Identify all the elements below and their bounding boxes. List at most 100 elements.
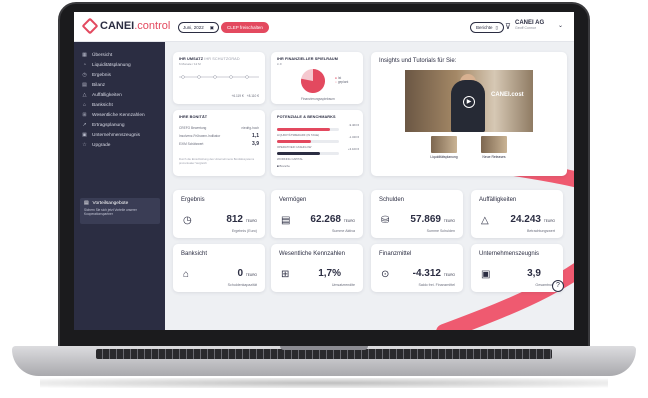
sidebar-item-label: Auffälligkeiten — [92, 92, 122, 98]
docs-icon: ▤ — [82, 82, 87, 88]
sidebar-item-ertragsplanung[interactable]: ↗ Ertragsplanung — [74, 120, 165, 130]
sidebar-item-uebersicht[interactable]: ▦ Übersicht — [74, 50, 165, 60]
kpi-card-banksicht[interactable]: Banksicht ⌂ 0 TEURO Schuldenkapazität — [173, 244, 265, 292]
legend-planned: geplant — [337, 80, 349, 84]
promo-box[interactable]: ▤ Vorteilsangebote Sichern Sie sich jetzt… — [80, 198, 160, 224]
alert-icon: △ — [82, 92, 87, 98]
money-icon: ⛁ — [381, 215, 390, 226]
laptop-shadow — [40, 378, 608, 388]
benchmark-row: OPERATIVER CASHFLOW -1.340 € — [277, 135, 359, 149]
kpi-card-vermoegen[interactable]: Vermögen ▤ 62.268 TEURO Summe Aktiva — [271, 190, 363, 238]
benchmark-row: LIQUIDITÄTSBEDARF (IN TAGE) -9.463 € — [277, 123, 359, 137]
unlock-button[interactable]: CLEP freischalten — [221, 22, 269, 33]
sidebar-item-label: Upgrade — [92, 142, 111, 148]
sidebar: ▦ Übersicht ◔ Liquiditätsplanung ◷ Ergebnis… — [74, 42, 165, 330]
sidebar-item-label: Ergebnis — [92, 72, 111, 78]
kpi-value: 0 — [237, 268, 243, 279]
credit-rating-card[interactable]: IHRE BONITÄT CREFO Bewertung niedrig-hoch… — [173, 110, 265, 176]
sidebar-item-auffaelligkeiten[interactable]: △ Auffälligkeiten — [74, 90, 165, 100]
video-overlay-text: CANEI.cost — [491, 92, 524, 98]
kpi-title: Ergebnis — [181, 197, 205, 203]
kpi-label: Summe Aktiva — [332, 229, 355, 233]
benchmark-row: WORKING CAPITAL +3.100 € — [277, 147, 359, 161]
benchmark-bar — [277, 152, 321, 155]
help-button[interactable]: ? — [552, 280, 564, 292]
kpi-unit: TEURO — [245, 273, 257, 277]
sidebar-item-liquiditaetsplanung[interactable]: ◔ Liquiditätsplanung — [74, 60, 165, 70]
thumbnail-caption: Liquiditätsplanung — [430, 155, 458, 159]
revenue-delta: +8.110 € — [246, 94, 259, 98]
sidebar-item-ergebnis[interactable]: ◷ Ergebnis — [74, 70, 165, 80]
kpi-value: 812 — [226, 214, 243, 225]
revenue-title-secondary: IHR SCHUTZGRAD — [204, 57, 240, 61]
video-thumbnail[interactable] — [431, 136, 457, 153]
certificate-icon: ▣ — [82, 132, 87, 138]
date-select[interactable]: Juni, 2022 ▣ — [178, 22, 220, 33]
docs-icon: ▤ — [281, 215, 291, 226]
sidebar-item-unternehmenszeugnis[interactable]: ▣ Unternehmenszeugnis — [74, 130, 165, 140]
top-bar: CANEI.control Juni, 2022 ▣ CLEP freischa… — [74, 12, 574, 42]
kpi-card-schulden[interactable]: Schulden ⛁ 57.869 TEURO Summe Schulden — [371, 190, 463, 238]
kpi-title: Vermögen — [279, 197, 307, 203]
trend-icon: ↗ — [82, 122, 87, 128]
promo-text: Sichern Sie sich jetzt Vorteile unserer … — [84, 208, 137, 216]
kpi-unit: TEURO — [443, 273, 455, 277]
document-icon: ▯ — [495, 25, 498, 30]
revenue-subtitle: 6 Monate / 12 M — [179, 62, 201, 66]
date-value: Juni, 2022 — [183, 25, 204, 30]
credit-row: Insolvenz-Frühwarn-Indikator 1,1 — [179, 133, 259, 139]
video-player[interactable]: ▶ CANEI.cost — [405, 70, 533, 132]
kpi-title: Finanzmittel — [379, 251, 412, 257]
cart-icon[interactable]: ⊽ — [505, 22, 511, 31]
kpi-card-finanzmittel[interactable]: Finanzmittel ⊙ -4.312 TEURO Saldo frei. … — [371, 244, 463, 292]
chart-icon: ◔ — [82, 62, 87, 68]
kpi-value: 62.268 — [310, 214, 341, 225]
sidebar-item-label: Bilanz — [92, 82, 106, 88]
kpi-value: 57.869 — [410, 214, 441, 225]
kpi-card-auffaelligkeiten[interactable]: Auffälligkeiten △ 24.243 TEURO Betrachtu… — [471, 190, 563, 238]
logo-text: CANEI — [100, 20, 135, 32]
company-menu[interactable]: CANEI AG Geoff Connor — [515, 20, 544, 30]
logo-icon — [81, 17, 99, 35]
sidebar-item-kennzahlen[interactable]: ⊞ Wesentliche Kennzahlen — [74, 110, 165, 120]
sidebar-item-label: Banksicht — [92, 102, 113, 108]
sidebar-item-label: Liquiditätsplanung — [92, 62, 131, 68]
revenue-title: IHR UMSATZ — [179, 57, 204, 61]
grid-plus-icon: ⊞ — [82, 112, 87, 118]
app-logo[interactable]: CANEI.control — [81, 17, 170, 35]
sidebar-item-label: Unternehmenszeugnis — [92, 132, 140, 138]
kpi-card-ergebnis[interactable]: Ergebnis ◷ 812 TEURO Ergebnis (Euro) — [173, 190, 265, 238]
kpi-unit: TEURO — [343, 219, 355, 223]
play-icon[interactable]: ▶ — [463, 96, 475, 108]
revenue-card[interactable]: IHR UMSATZ IHR SCHUTZGRAD 6 Monate / 12 … — [173, 52, 265, 104]
laptop-keyboard — [96, 349, 552, 359]
reports-button[interactable]: Berichte ▯ — [470, 22, 504, 33]
promo-title: Vorteilsangebote — [92, 201, 129, 206]
gauge-icon: ⊙ — [381, 269, 390, 280]
revenue-chart — [179, 75, 259, 79]
benchmark-bar — [277, 128, 330, 131]
sidebar-item-upgrade[interactable]: ☆ Upgrade — [74, 140, 165, 150]
sidebar-item-label: Wesentliche Kennzahlen — [92, 112, 145, 118]
kpi-card-unternehmenszeugnis[interactable]: Unternehmenszeugnis ▣ 3,9 Gesamtnote — [471, 244, 563, 292]
reports-label: Berichte — [476, 25, 493, 30]
star-icon: ☆ — [82, 142, 87, 148]
financial-room-footer: Finanzierungsspielraum — [301, 97, 335, 101]
bank-icon: ⌂ — [183, 269, 190, 280]
kpi-label: Schuldenkapazität — [227, 283, 257, 287]
financial-room-card[interactable]: IHR FINANZIELLER SPIELRAUM in € ● Ist ● … — [271, 52, 363, 104]
financial-room-title: IHR FINANZIELLER SPIELRAUM — [277, 57, 339, 61]
sidebar-item-bilanz[interactable]: ▤ Bilanz — [74, 80, 165, 90]
video-thumbnail[interactable] — [481, 136, 507, 153]
kpi-card-kennzahlen[interactable]: Wesentliche Kennzahlen ⊞ 1,7% Umsatzrend… — [271, 244, 363, 292]
bank-icon: ⌂ — [82, 102, 87, 108]
sidebar-item-label: Übersicht — [92, 52, 113, 58]
chevron-down-icon[interactable]: ⌄ — [558, 22, 563, 29]
credit-row: EXIM Schätzwert 3,9 — [179, 141, 259, 147]
laptop-hinge — [280, 346, 368, 350]
sidebar-item-banksicht[interactable]: ⌂ Banksicht — [74, 100, 165, 110]
benchmarks-card[interactable]: POTENZIALE & BENCHMARKS LIQUIDITÄTSBEDAR… — [271, 110, 363, 176]
certificate-icon: ▣ — [481, 269, 491, 280]
clock-icon: ◷ — [82, 72, 87, 78]
credit-row: CREFO Bewertung niedrig-hoch — [179, 126, 259, 130]
